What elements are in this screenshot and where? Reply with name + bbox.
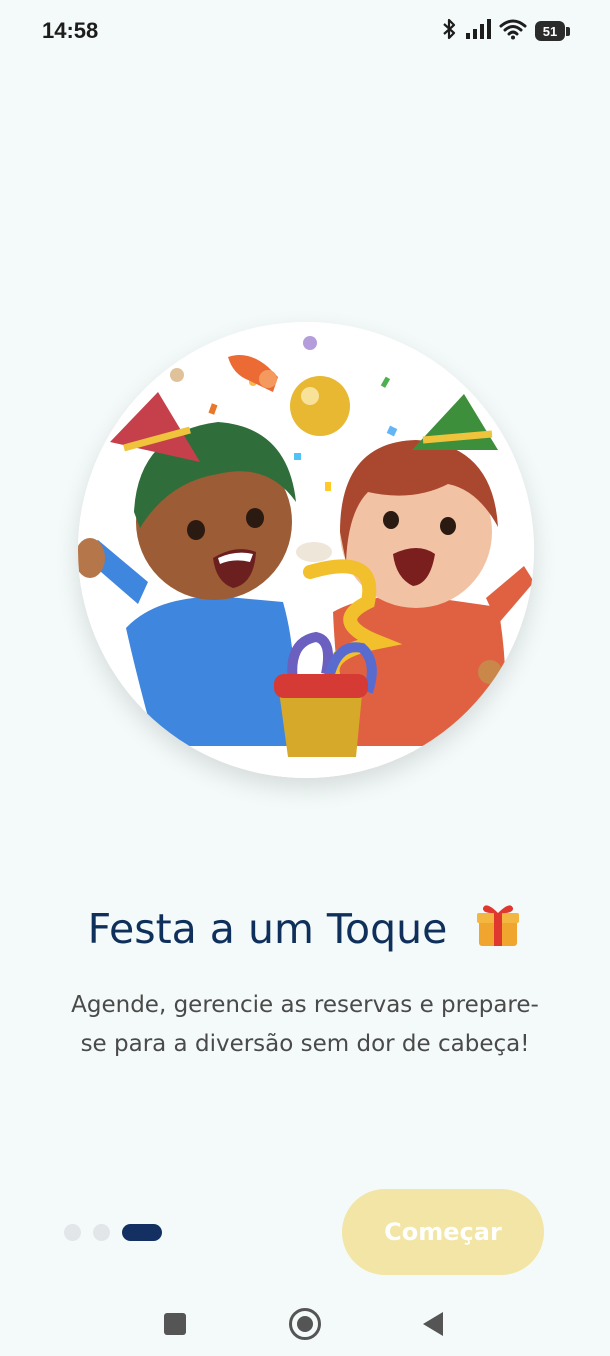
start-button[interactable]: Começar	[342, 1189, 544, 1275]
signal-icon	[465, 18, 491, 44]
status-time: 14:58	[42, 18, 99, 43]
gift-icon	[474, 900, 522, 958]
system-navigation-bar	[0, 1290, 610, 1356]
battery-icon: 51	[535, 21, 570, 41]
status-bar: 14:58 51	[0, 0, 610, 64]
home-circle-icon[interactable]	[283, 1302, 327, 1346]
onboarding-title: Festa a um Toque	[87, 905, 448, 953]
page-dot-1[interactable]	[64, 1224, 81, 1241]
page-indicator	[64, 1224, 162, 1241]
bluetooth-icon	[441, 18, 457, 44]
battery-level: 51	[535, 21, 565, 41]
recents-square-icon[interactable]	[153, 1302, 197, 1346]
back-triangle-icon[interactable]	[411, 1302, 455, 1346]
onboarding-description: Agende, gerencie as reservas e prepare-s…	[71, 992, 539, 1057]
onboarding-title-row: Festa a um Toque	[0, 900, 610, 958]
wifi-icon	[499, 18, 527, 44]
status-icons: 51	[441, 18, 570, 44]
page-dot-3-active[interactable]	[122, 1224, 162, 1241]
hero-illustration	[78, 322, 534, 778]
page-dot-2[interactable]	[93, 1224, 110, 1241]
